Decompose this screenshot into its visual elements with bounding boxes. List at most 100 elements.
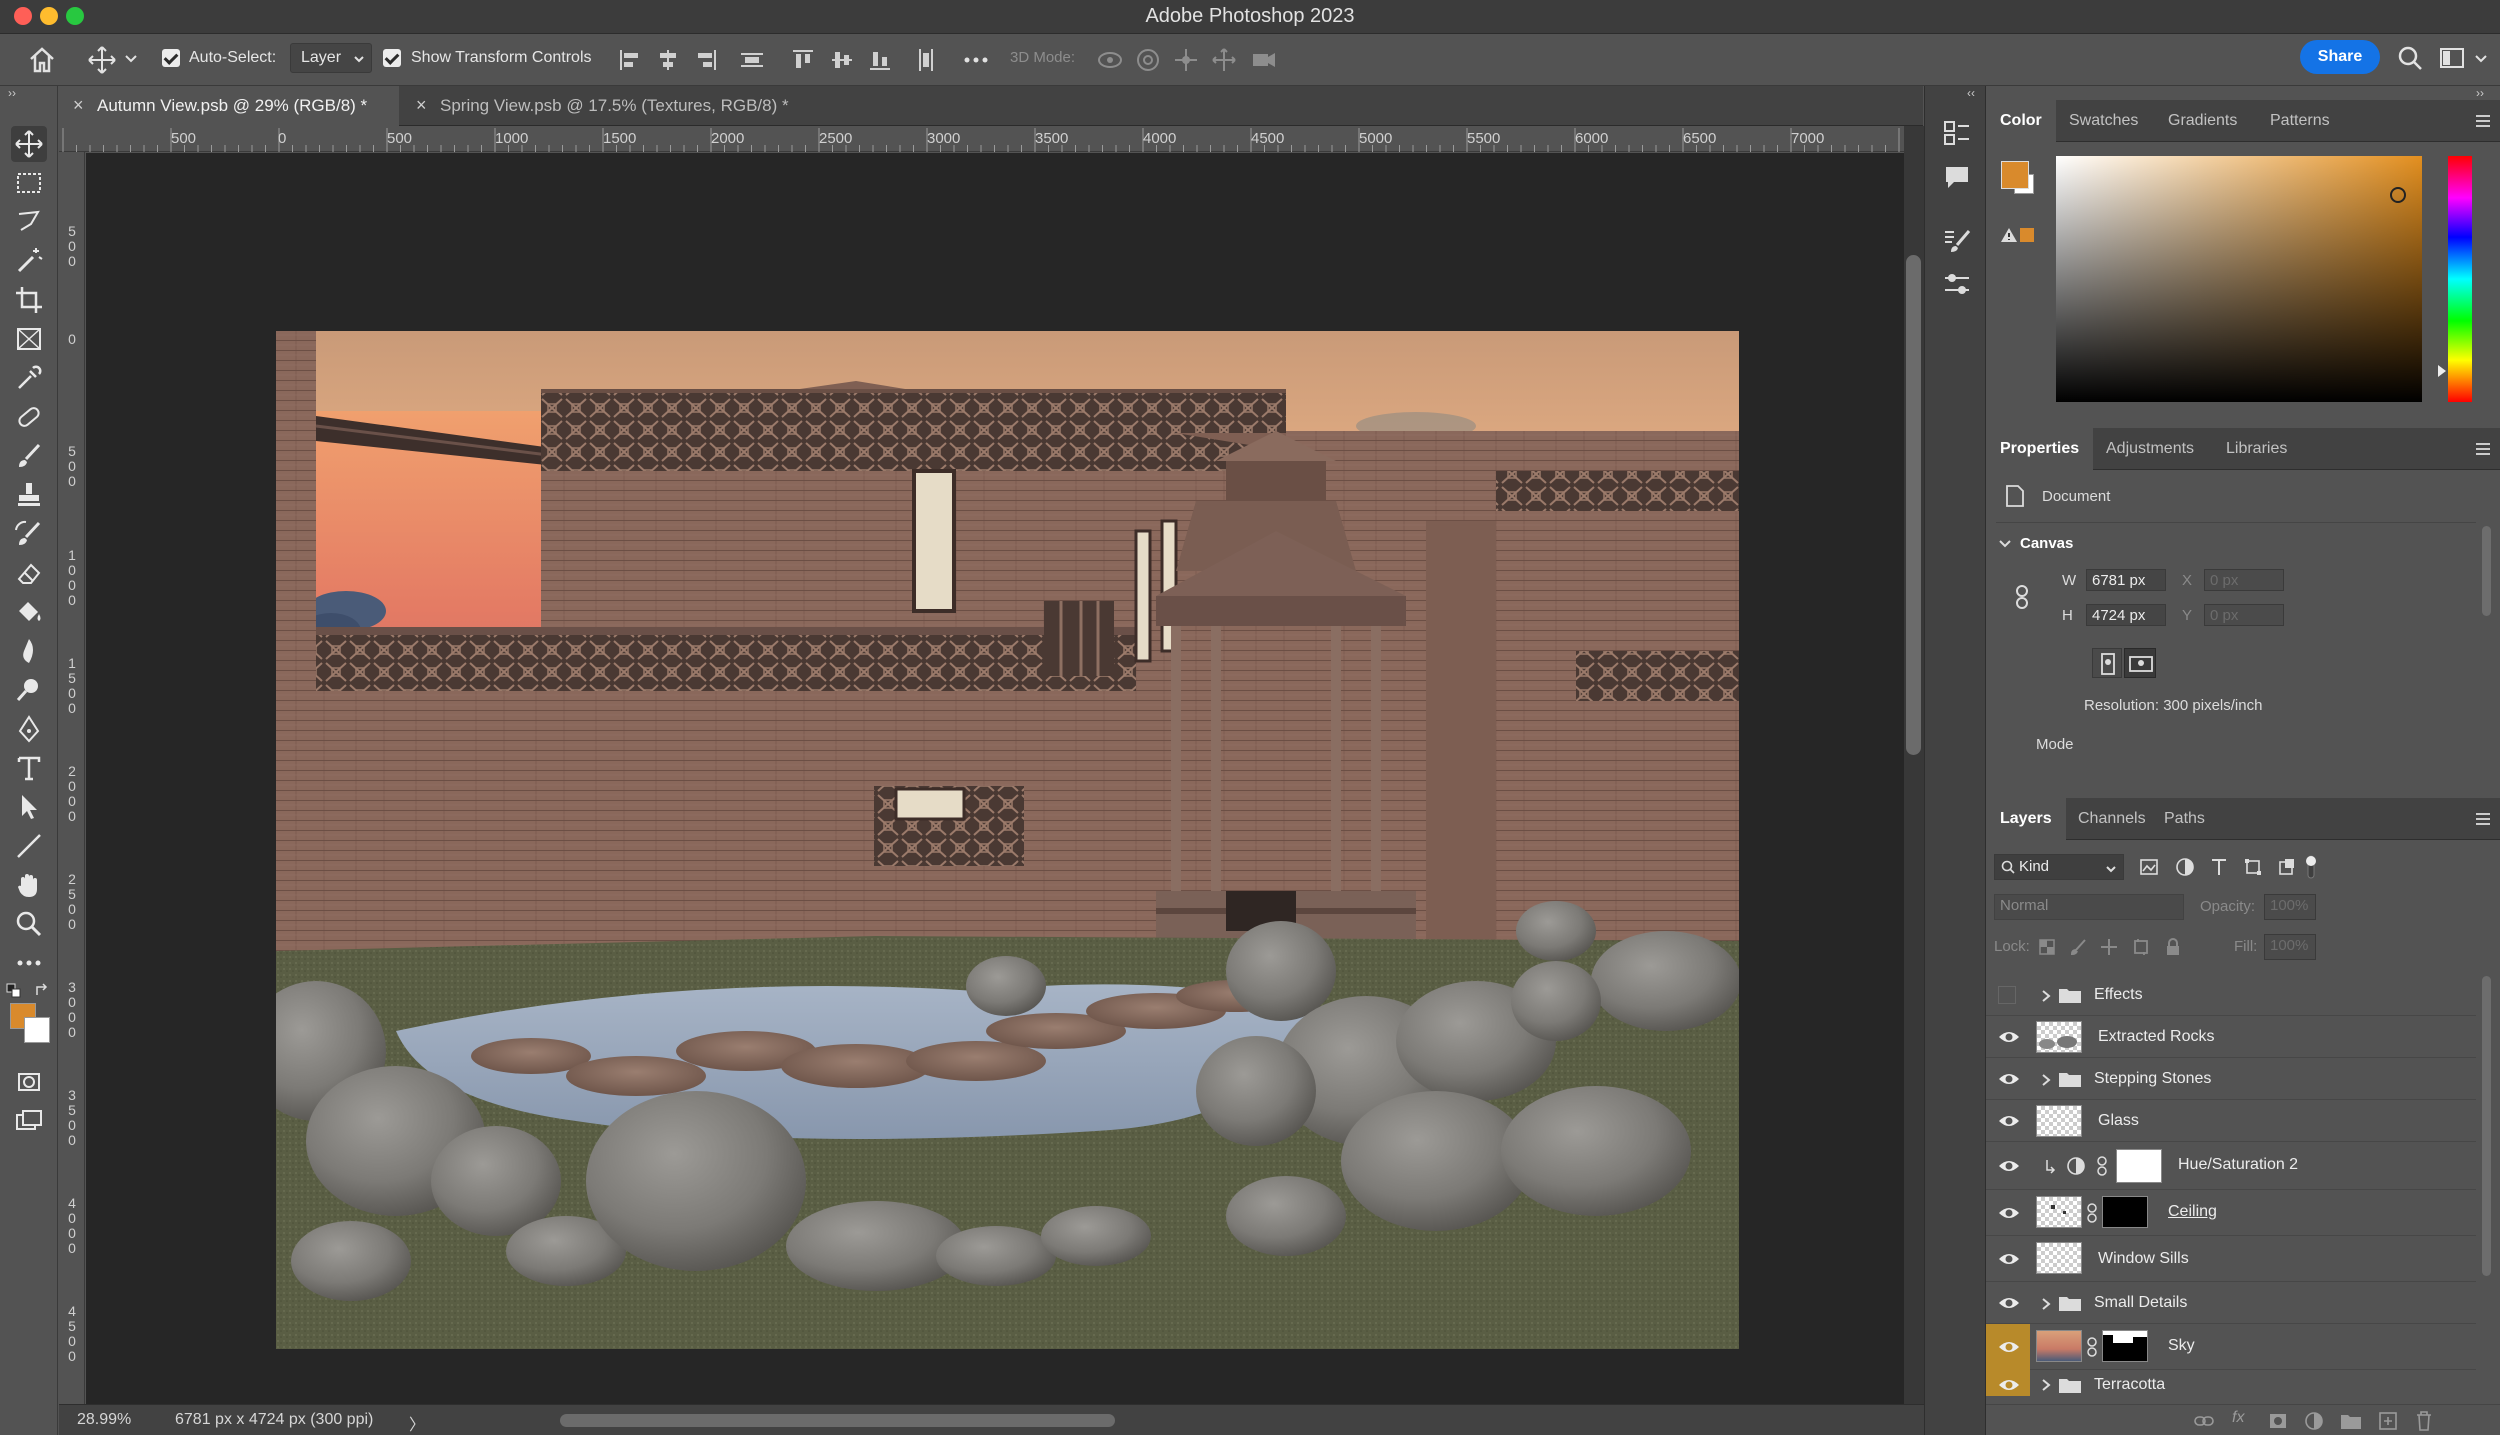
new-adjustment-icon[interactable] [2304, 1411, 2324, 1431]
align-middle-icon[interactable] [828, 46, 856, 74]
delete-layer-icon[interactable] [2414, 1410, 2434, 1432]
workspace-icon[interactable] [2438, 44, 2466, 72]
opacity-field[interactable]: 100% [2264, 894, 2316, 920]
group-expand-chevron-icon[interactable] [2040, 1297, 2052, 1311]
filter-adjustment-icon[interactable] [2174, 856, 2196, 878]
type-tool-icon[interactable] [11, 750, 47, 786]
properties-scrollbar-thumb[interactable] [2482, 526, 2491, 616]
eye-icon[interactable] [1998, 1070, 2020, 1088]
layer-row[interactable]: Small Details [1986, 1282, 2476, 1324]
more-options-icon[interactable] [962, 46, 990, 74]
group-expand-chevron-icon[interactable] [2040, 1378, 2052, 1392]
layer-filter-dropdown[interactable]: Kind [1994, 854, 2124, 880]
3d-pan-icon[interactable] [1172, 46, 1200, 74]
canvas-chevron-icon[interactable] [1998, 537, 2012, 551]
filter-toggle-icon[interactable] [2304, 854, 2318, 880]
tab-paths[interactable]: Paths [2150, 798, 2219, 840]
layer-mask-thumbnail[interactable] [2102, 1330, 2148, 1362]
layer-effects-icon[interactable]: fx [2232, 1409, 2252, 1431]
lock-all-icon[interactable] [2164, 937, 2182, 957]
mask-link-icon[interactable] [2086, 1337, 2098, 1357]
layer-row[interactable]: Terracotta [1986, 1370, 2476, 1396]
hand-tool-icon[interactable] [11, 867, 47, 903]
tab-properties[interactable]: Properties [1986, 428, 2094, 470]
mask-link-icon[interactable] [2086, 1203, 2098, 1223]
layer-name[interactable]: Glass [2098, 1112, 2139, 1130]
frame-tool-icon[interactable] [11, 321, 47, 357]
tab-spring-view[interactable]: × Spring View.psb @ 17.5% (Textures, RGB… [402, 86, 882, 126]
path-selection-tool-icon[interactable] [11, 789, 47, 825]
auto-select-dropdown[interactable]: Layer [290, 43, 372, 73]
eraser-tool-icon[interactable] [11, 555, 47, 591]
dodge-tool-icon[interactable] [11, 672, 47, 708]
vertical-scrollbar-thumb[interactable] [1906, 255, 1921, 755]
screen-mode-icon[interactable] [11, 1103, 47, 1139]
link-dimensions-icon[interactable] [2014, 584, 2030, 610]
gamut-color-swatch[interactable] [2020, 228, 2034, 242]
crop-tool-icon[interactable] [11, 282, 47, 318]
landscape-orientation-icon[interactable] [2124, 648, 2156, 678]
eye-icon[interactable] [1998, 1294, 2020, 1312]
tab-color[interactable]: Color [1986, 100, 2056, 142]
tab-adjustments[interactable]: Adjustments [2092, 428, 2208, 470]
move-tool-icon[interactable] [11, 126, 47, 162]
background-color-swatch[interactable] [24, 1017, 50, 1043]
lock-pixels-icon[interactable] [2070, 938, 2088, 956]
color-picker-marker[interactable] [2390, 187, 2406, 203]
eye-icon[interactable] [1998, 1157, 2020, 1175]
tab-libraries[interactable]: Libraries [2212, 428, 2301, 470]
filter-smart-object-icon[interactable] [2276, 856, 2298, 878]
portrait-orientation-icon[interactable] [2092, 648, 2122, 678]
filter-shape-icon[interactable] [2242, 856, 2264, 878]
layer-row[interactable]: Sky [1986, 1324, 2476, 1370]
blend-mode-dropdown[interactable]: Normal [1994, 894, 2184, 920]
hue-slider-handle[interactable] [2438, 365, 2446, 377]
fill-field[interactable]: 100% [2264, 934, 2316, 960]
horizontal-scrollbar-thumb[interactable] [560, 1414, 1115, 1427]
layers-scrollbar-thumb[interactable] [2482, 976, 2491, 1276]
blur-tool-icon[interactable] [11, 633, 47, 669]
height-field[interactable]: 4724 px [2086, 604, 2166, 626]
eye-icon[interactable] [1998, 1250, 2020, 1268]
layer-name[interactable]: Effects [2094, 986, 2143, 1004]
group-expand-chevron-icon[interactable] [2040, 1073, 2052, 1087]
layer-name[interactable]: Small Details [2094, 1294, 2187, 1312]
tab-patterns[interactable]: Patterns [2256, 100, 2344, 142]
align-left-icon[interactable] [616, 46, 644, 74]
3d-roll-icon[interactable] [1134, 46, 1162, 74]
fg-color-swatch-top[interactable] [2001, 161, 2029, 189]
layer-row[interactable]: Effects [1986, 974, 2476, 1016]
layer-name[interactable]: Terracotta [2094, 1376, 2165, 1394]
home-icon[interactable] [26, 44, 58, 76]
panel-menu-icon[interactable] [2474, 112, 2492, 130]
layer-name[interactable]: Ceiling [2168, 1203, 2217, 1221]
workspace-chevron-icon[interactable] [2474, 52, 2488, 66]
3d-orbit-icon[interactable] [1096, 46, 1124, 74]
visibility-toggle-empty[interactable] [1998, 986, 2016, 1004]
align-center-icon[interactable] [654, 46, 682, 74]
expand-toolbar-icon[interactable]: ›› [8, 86, 28, 100]
line-tool-icon[interactable] [11, 828, 47, 864]
collapse-dock-icon[interactable]: ‹‹ [1967, 86, 1975, 100]
eye-icon[interactable] [1998, 1204, 2020, 1222]
layer-name[interactable]: Window Sills [2098, 1250, 2189, 1268]
group-expand-chevron-icon[interactable] [2040, 989, 2052, 1003]
collapse-panels-icon[interactable]: ›› [2476, 86, 2484, 100]
eye-icon[interactable] [1998, 1028, 2020, 1046]
document-canvas[interactable] [276, 331, 1739, 1349]
magic-wand-tool-icon[interactable] [11, 243, 47, 279]
layer-name[interactable]: Extracted Rocks [2098, 1028, 2214, 1046]
swap-colors-icon[interactable] [34, 983, 50, 999]
history-brush-tool-icon[interactable] [11, 516, 47, 552]
distribute-icon[interactable] [738, 46, 766, 74]
gamut-warning-icon[interactable] [2000, 226, 2018, 244]
pen-tool-icon[interactable] [11, 711, 47, 747]
marquee-tool-icon[interactable] [11, 165, 47, 201]
eye-icon[interactable] [1998, 1338, 2020, 1356]
chevron-down-icon[interactable] [124, 52, 138, 66]
layer-mask-thumbnail[interactable] [2102, 1196, 2148, 1228]
lock-transparency-icon[interactable] [2038, 938, 2056, 956]
align-right-icon[interactable] [692, 46, 720, 74]
mask-link-icon[interactable] [2096, 1156, 2108, 1176]
y-field[interactable]: 0 px [2204, 604, 2284, 626]
